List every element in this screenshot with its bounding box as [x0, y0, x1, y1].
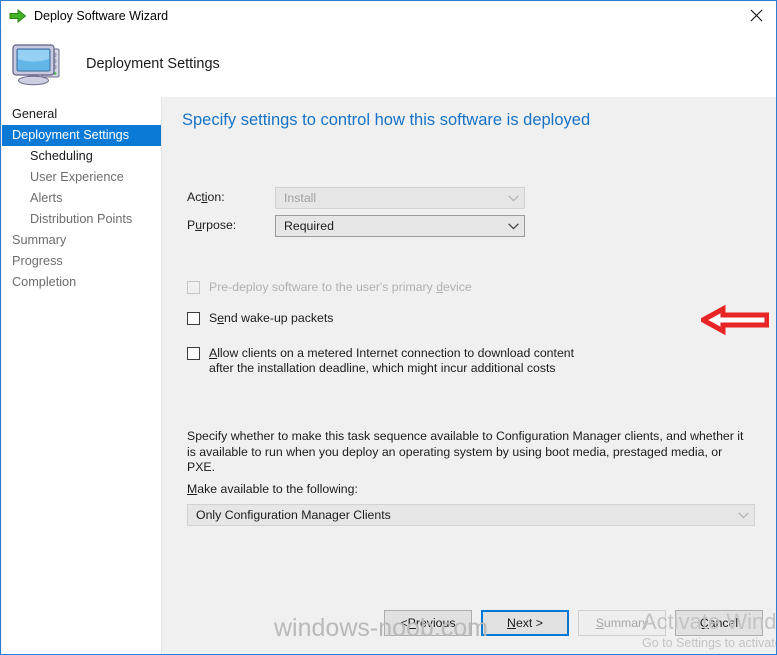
previous-button[interactable]: < Previous	[384, 610, 472, 636]
deploy-software-wizard-window: Deploy Software Wizard Deployment Settin…	[0, 0, 777, 655]
sidebar-item-progress[interactable]: Progress	[2, 251, 161, 272]
wizard-content-pane: Specify settings to control how this sof…	[163, 97, 776, 598]
sidebar-item-scheduling[interactable]: Scheduling	[2, 146, 161, 167]
chevron-down-icon	[502, 194, 524, 202]
page-title: Deployment Settings	[86, 55, 220, 72]
task-sequence-description: Specify whether to make this task sequen…	[187, 429, 744, 474]
content-heading: Specify settings to control how this sof…	[182, 111, 591, 129]
sidebar-item-completion[interactable]: Completion	[2, 272, 161, 293]
sidebar-item-user-experience[interactable]: User Experience	[2, 167, 161, 188]
send-wake-up-packets-label: Send wake-up packets	[209, 311, 334, 325]
computer-icon	[12, 43, 60, 85]
make-available-label: Make available to the following:	[187, 482, 358, 496]
sidebar-item-summary[interactable]: Summary	[2, 230, 161, 251]
sidebar-item-distribution-points[interactable]: Distribution Points	[2, 209, 161, 230]
wizard-footer: < Previous Next > Summary Cancel	[163, 599, 776, 654]
sidebar-item-general[interactable]: General	[2, 104, 161, 125]
green-right-arrow-icon	[9, 8, 27, 23]
next-button[interactable]: Next >	[481, 610, 569, 636]
purpose-field-row: Purpose: Required	[187, 215, 757, 237]
action-label: Action:	[187, 190, 225, 204]
chevron-down-icon	[502, 222, 524, 230]
title-bar: Deploy Software Wizard	[1, 1, 776, 30]
wizard-step-nav: General Deployment Settings Scheduling U…	[2, 97, 162, 654]
send-wake-up-packets-row[interactable]: Send wake-up packets	[187, 311, 747, 326]
make-available-dropdown[interactable]: Only Configuration Manager Clients	[187, 504, 755, 526]
window-title: Deploy Software Wizard	[34, 8, 169, 23]
make-available-value: Only Configuration Manager Clients	[196, 508, 391, 522]
purpose-value: Required	[284, 219, 334, 233]
purpose-dropdown[interactable]: Required	[275, 215, 525, 237]
action-dropdown[interactable]: Install	[275, 187, 525, 209]
sidebar-item-alerts[interactable]: Alerts	[2, 188, 161, 209]
action-value: Install	[284, 191, 317, 205]
pre-deploy-checkbox-row[interactable]: Pre-deploy software to the user's primar…	[187, 280, 747, 295]
close-icon	[750, 9, 762, 21]
cancel-button[interactable]: Cancel	[675, 610, 763, 636]
action-field-row: Action: Install	[187, 187, 757, 209]
chevron-down-icon	[732, 511, 754, 519]
allow-metered-connection-label: Allow clients on a metered Internet conn…	[209, 346, 575, 375]
wizard-header: Deployment Settings	[2, 30, 776, 97]
purpose-label: Purpose:	[187, 218, 237, 232]
pre-deploy-checkbox-label: Pre-deploy software to the user's primar…	[209, 280, 472, 294]
close-button[interactable]	[734, 1, 776, 29]
button-bar: < Previous Next > Summary Cancel	[384, 610, 763, 636]
pre-deploy-checkbox[interactable]	[187, 281, 200, 294]
allow-metered-connection-checkbox[interactable]	[187, 347, 200, 360]
sidebar-item-deployment-settings[interactable]: Deployment Settings	[2, 125, 161, 146]
send-wake-up-packets-checkbox[interactable]	[187, 312, 200, 325]
summary-button[interactable]: Summary	[578, 610, 666, 636]
allow-metered-connection-row[interactable]: Allow clients on a metered Internet conn…	[187, 346, 577, 376]
